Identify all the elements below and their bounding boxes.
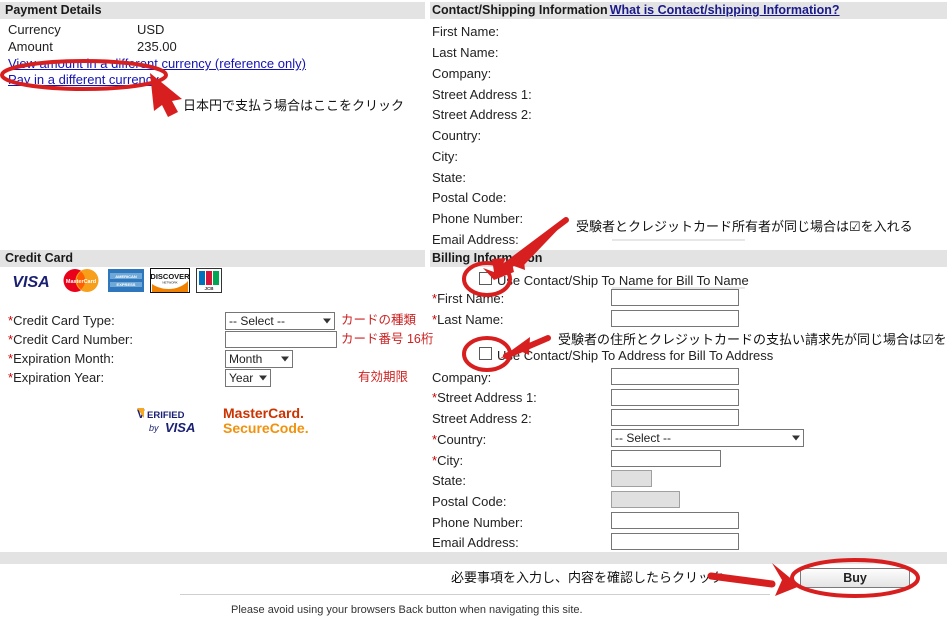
contact-street2-label: Street Address 2: (432, 107, 532, 122)
mastercard-logo: MasterCard (63, 269, 99, 292)
billing-first-name-label: *First Name: (432, 291, 505, 306)
expiration-month-label: *Expiration Month: (8, 351, 115, 366)
svg-text:SecureCode.: SecureCode. (223, 420, 309, 436)
svg-text:EXPRESS: EXPRESS (117, 282, 136, 287)
chevron-down-icon (323, 318, 331, 324)
billing-street1-input[interactable] (611, 389, 739, 406)
contact-postal-label: Postal Code: (432, 190, 507, 205)
billing-postal-label: Postal Code: (432, 494, 507, 509)
billing-street2-label: Street Address 2: (432, 411, 532, 426)
billing-country-select[interactable]: -- Select -- (611, 429, 804, 447)
payment-details-header: Payment Details (0, 2, 425, 19)
contact-first-name-label: First Name: (432, 24, 500, 39)
amount-value: 235.00 (137, 39, 177, 54)
svg-text:by: by (149, 423, 159, 433)
expiration-month-select[interactable]: Month (225, 350, 293, 368)
buy-annotation: 必要事項を入力し、内容を確認したらクリック (451, 570, 725, 585)
credit-card-type-note: カードの種類 (341, 313, 417, 327)
amex-logo: AMERICAN EXPRESS (108, 269, 144, 292)
billing-state-label: State: (432, 473, 466, 488)
billing-information-header: Billing Information (430, 250, 947, 267)
billing-company-input[interactable] (611, 368, 739, 385)
svg-text:VISA: VISA (165, 420, 195, 435)
use-contact-address-label: Use Contact/Ship To Address for Bill To … (497, 348, 774, 363)
chevron-down-icon (281, 356, 289, 362)
contact-phone-label: Phone Number: (432, 211, 524, 226)
footer-divider (180, 594, 770, 595)
amount-label: Amount (8, 39, 53, 54)
credit-card-header: Credit Card (0, 250, 425, 267)
billing-last-name-input[interactable] (611, 310, 739, 327)
discover-logo: DISCOVER NETWORK (150, 268, 190, 293)
billing-first-name-input[interactable] (611, 289, 739, 306)
currency-label: Currency (8, 22, 61, 37)
credit-card-type-label: *Credit Card Type: (8, 313, 115, 328)
contact-email-label: Email Address: (432, 232, 519, 247)
billing-phone-input[interactable] (611, 512, 739, 529)
credit-card-number-input[interactable] (225, 331, 337, 348)
svg-text:MasterCard.: MasterCard. (223, 405, 304, 421)
contact-company-label: Company: (432, 66, 492, 81)
contact-last-name-label: Last Name: (432, 45, 499, 60)
buy-button[interactable]: Buy (800, 568, 910, 588)
view-other-currency-link[interactable]: View amount in a different currency (ref… (8, 56, 306, 71)
svg-text:NETWORK: NETWORK (162, 281, 177, 285)
contact-city-label: City: (432, 149, 458, 164)
contact-country-label: Country: (432, 128, 482, 143)
billing-city-label: *City: (432, 453, 464, 468)
expiration-note: 有効期限 (358, 370, 409, 384)
billing-country-value: -- Select -- (615, 431, 672, 445)
billing-email-input[interactable] (611, 533, 739, 550)
mastercard-securecode-logo: MasterCard. SecureCode. (223, 405, 309, 436)
expiration-year-value: Year (229, 371, 254, 385)
checkout-page: Payment Details Currency USD Amount 235.… (0, 0, 947, 619)
svg-text:JCB: JCB (204, 286, 214, 291)
svg-text:MasterCard: MasterCard (66, 279, 96, 285)
accepted-cards-logos: VISA MasterCard AMERICAN EXPRESS DISCOVE… (8, 268, 222, 293)
visa-logo: VISA (8, 268, 54, 293)
expiration-year-label: *Expiration Year: (8, 370, 105, 385)
billing-last-name-label: *Last Name: (432, 312, 504, 327)
contact-street1-label: Street Address 1: (432, 87, 532, 102)
use-contact-address-checkbox[interactable] (479, 347, 492, 360)
pay-currency-annotation: 日本円で支払う場合はここをクリック (183, 98, 405, 113)
billing-country-label: *Country: (432, 432, 487, 447)
back-button-notice: Please avoid using your browsers Back bu… (231, 604, 583, 616)
expiration-month-value: Month (229, 352, 263, 366)
expiration-year-select[interactable]: Year (225, 369, 271, 387)
billing-city-input[interactable] (611, 450, 721, 467)
what-is-contact-shipping-link[interactable]: What is Contact/shipping Information? (610, 3, 840, 17)
billing-company-label: Company: (432, 370, 492, 385)
credit-card-number-note: カード番号 16桁 (341, 332, 434, 346)
use-contact-address-annotation: 受験者の住所とクレジットカードの支払い請求先が同じ場合は☑を入れる (558, 332, 947, 347)
svg-text:AMERICAN: AMERICAN (115, 274, 137, 279)
billing-state-input[interactable] (611, 470, 652, 487)
chevron-down-icon (792, 435, 800, 441)
billing-street2-input[interactable] (611, 409, 739, 426)
credit-card-type-value: -- Select -- (229, 314, 286, 328)
jcb-logo: JCB (196, 268, 222, 293)
billing-phone-label: Phone Number: (432, 515, 524, 530)
svg-text:VISA: VISA (12, 274, 49, 291)
billing-email-label: Email Address: (432, 535, 519, 550)
billing-postal-input[interactable] (611, 491, 680, 508)
contact-shipping-header: Contact/Shipping Information What is Cont… (430, 2, 947, 19)
use-contact-name-annotation: 受験者とクレジットカード所有者が同じ場合は☑を入れる (576, 219, 913, 234)
pay-other-currency-link[interactable]: Pay in a different currency (8, 72, 159, 87)
verified-by-visa-logo: V ERIFIED by VISA (137, 408, 195, 435)
footer-separator-bar (0, 552, 947, 564)
credit-card-type-select[interactable]: -- Select -- (225, 312, 335, 330)
security-program-logos: V ERIFIED by VISA MasterCard. SecureCode… (135, 403, 328, 437)
chevron-down-icon (259, 375, 267, 381)
billing-street1-label: *Street Address 1: (432, 390, 537, 405)
use-contact-name-label: Use Contact/Ship To Name for Bill To Nam… (497, 273, 749, 288)
contact-shipping-header-text: Contact/Shipping Information (432, 3, 608, 17)
currency-value: USD (137, 22, 165, 37)
use-contact-name-checkbox[interactable] (479, 272, 492, 285)
contact-state-label: State: (432, 170, 466, 185)
credit-card-number-label: *Credit Card Number: (8, 332, 133, 347)
